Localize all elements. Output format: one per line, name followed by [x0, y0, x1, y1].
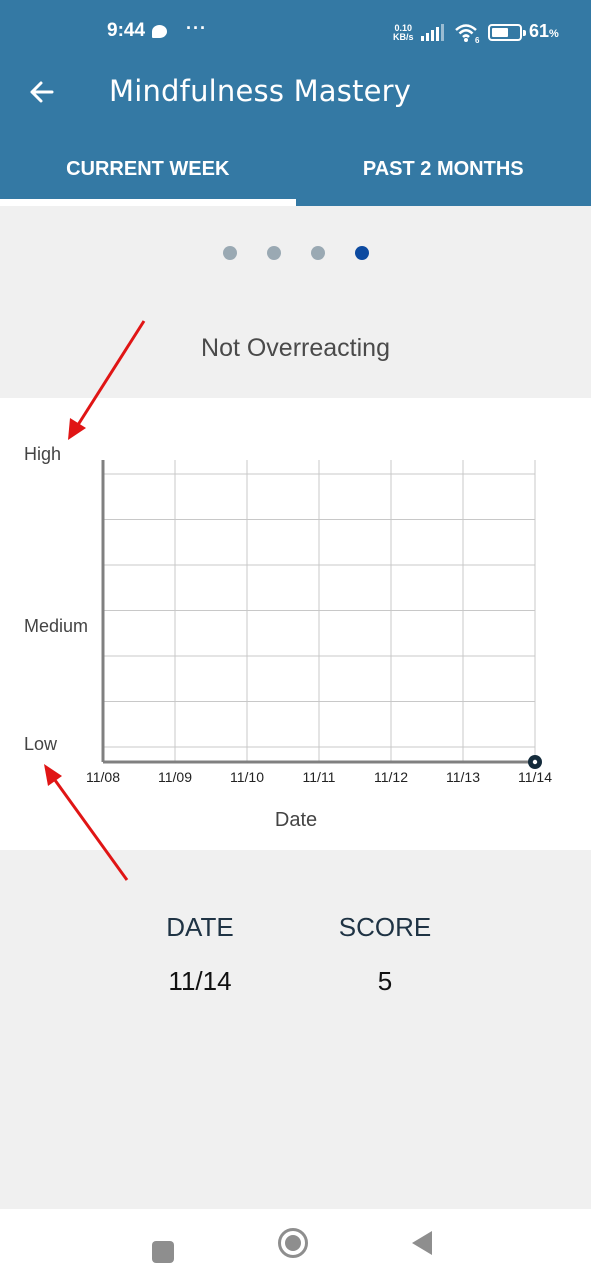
x-tick-label: 11/13 [446, 769, 480, 785]
chat-notification-icon [152, 25, 167, 38]
data-point-center [532, 759, 538, 765]
chart-grid [103, 460, 536, 762]
y-tick-label-medium: Medium [24, 616, 88, 636]
battery-icon [488, 24, 526, 41]
cell-signal-icon [421, 24, 447, 41]
column-header-score: SCORE [338, 912, 432, 942]
page-dot-2[interactable] [266, 246, 281, 260]
system-nav-bar [0, 1209, 591, 1280]
x-axis-label: Date [275, 809, 317, 831]
wifi-badge: 6 [475, 36, 480, 44]
status-bar: 9:44 ··· 0.10 KB/s 6 61% [0, 0, 591, 66]
back-arrow-icon[interactable] [26, 76, 58, 108]
table-cell-date: 11/14 [168, 966, 232, 996]
page-title: Mindfulness Mastery [109, 74, 412, 108]
column-header-date: DATE [166, 912, 234, 942]
x-tick-label: 11/10 [230, 769, 264, 785]
tab-past-2-months[interactable]: PAST 2 MONTHS [296, 140, 591, 206]
recent-apps-icon[interactable] [152, 1241, 174, 1263]
x-tick-labels: 11/08 11/09 11/10 11/11 11/12 11/13 11/14 [86, 769, 552, 785]
more-notifications-icon: ··· [186, 18, 207, 38]
y-tick-labels: High Medium Low [24, 444, 88, 754]
y-tick-label-low: Low [24, 734, 58, 754]
app-header: 9:44 ··· 0.10 KB/s 6 61% Mindfulness Mas… [0, 0, 591, 206]
tab-bar: CURRENT WEEK PAST 2 MONTHS [0, 140, 591, 206]
tab-current-week[interactable]: CURRENT WEEK [0, 140, 296, 206]
chart: HighMediumLow 11/08 11/09 11/10 11/11 11/12 1… [24, 444, 552, 831]
status-time: 9:44 [107, 20, 146, 41]
network-speed: 0.10 KB/s [393, 24, 414, 42]
battery-percent: 61% [529, 21, 559, 41]
data-points [528, 755, 542, 769]
back-triangle-icon[interactable] [412, 1231, 432, 1255]
battery-level [492, 28, 508, 37]
table-cell-score: 5 [377, 966, 393, 996]
home-icon[interactable] [278, 1228, 308, 1258]
page-dot-1[interactable] [222, 246, 237, 260]
chart-title: Not Overreacting [201, 334, 390, 362]
x-tick-label: 11/11 [303, 769, 336, 785]
page-dot-4-active[interactable] [354, 246, 369, 260]
wifi-icon: 6 [455, 24, 480, 44]
page-dot-3[interactable] [310, 246, 325, 260]
x-tick-label: 11/09 [158, 769, 192, 785]
y-tick-label-high: High [24, 444, 61, 464]
x-tick-label: 11/14 [518, 769, 552, 785]
x-tick-label: 11/08 [86, 769, 120, 785]
page-indicator [0, 246, 591, 260]
chart-card: High Medium Low 11/08 11/09 11/10 11/11 11/12 1… [0, 398, 591, 850]
x-tick-label: 11/12 [374, 769, 408, 785]
network-speed-unit: KB/s [393, 32, 414, 42]
